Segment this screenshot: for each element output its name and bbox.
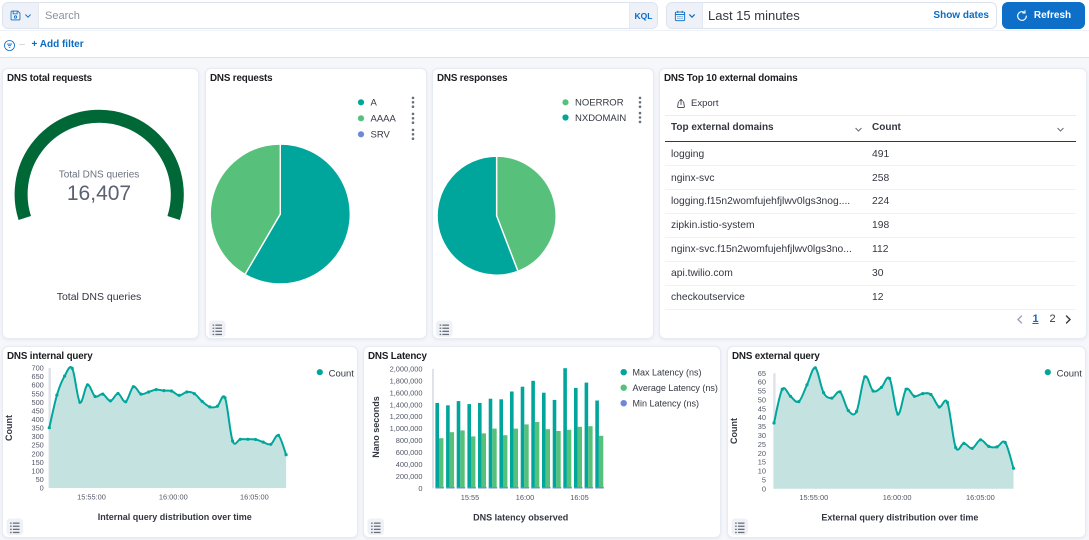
svg-text:15:55:00: 15:55:00 [799,493,828,502]
svg-text:250: 250 [31,441,43,450]
svg-text:25: 25 [758,440,766,449]
svg-text:Internal query distribution ov: Internal query distribution over time [98,512,252,522]
svg-text:16:05: 16:05 [570,493,589,502]
svg-text:Count: Count [329,368,355,379]
svg-text:1,000,000: 1,000,000 [390,424,423,433]
svg-text:600: 600 [31,381,43,390]
svg-text:0: 0 [418,484,422,493]
svg-text:0: 0 [762,484,766,493]
svg-text:Count: Count [4,415,14,441]
svg-text:400: 400 [31,415,43,424]
svg-text:5: 5 [762,475,766,484]
svg-text:Count: Count [729,418,739,444]
svg-text:400,000: 400,000 [396,460,423,469]
svg-text:45: 45 [758,404,766,413]
svg-text:650: 650 [31,372,43,381]
svg-text:16:05:00: 16:05:00 [240,493,269,502]
svg-text:External query distribution ov: External query distribution over time [821,513,978,523]
svg-text:15: 15 [758,458,766,467]
svg-text:DNS latency observed: DNS latency observed [473,512,568,522]
svg-text:Total DNS queries: Total DNS queries [59,170,140,181]
svg-text:Min Latency (ns): Min Latency (ns) [633,399,700,409]
svg-text:16,407: 16,407 [67,182,131,205]
svg-text:0: 0 [40,484,44,493]
svg-text:30: 30 [758,431,766,440]
svg-text:10: 10 [758,467,766,476]
svg-text:550: 550 [31,389,43,398]
svg-text:16:05:00: 16:05:00 [966,493,995,502]
svg-text:60: 60 [758,378,766,387]
svg-text:Total DNS queries: Total DNS queries [57,291,142,303]
svg-text:AAAA: AAAA [371,114,397,125]
svg-text:15:55:00: 15:55:00 [77,493,106,502]
svg-text:450: 450 [31,406,43,415]
svg-text:1,800,000: 1,800,000 [390,376,423,385]
svg-text:Count: Count [1057,368,1083,379]
svg-text:150: 150 [31,458,43,467]
svg-text:NOERROR: NOERROR [575,98,624,109]
svg-text:50: 50 [36,475,44,484]
svg-text:65: 65 [758,369,766,378]
svg-text:16:00: 16:00 [516,493,535,502]
svg-text:350: 350 [31,424,43,433]
svg-text:40: 40 [758,413,766,422]
svg-text:2,000,000: 2,000,000 [390,364,423,373]
svg-text:Max Latency (ns): Max Latency (ns) [633,368,702,378]
svg-text:700: 700 [31,364,43,373]
svg-text:55: 55 [758,387,766,396]
svg-text:1,200,000: 1,200,000 [390,412,423,421]
svg-text:35: 35 [758,422,766,431]
svg-text:1,400,000: 1,400,000 [390,400,423,409]
svg-text:200: 200 [31,449,43,458]
svg-text:Nano seconds: Nano seconds [371,396,381,458]
svg-text:500: 500 [31,398,43,407]
svg-text:SRV: SRV [371,130,391,141]
svg-text:800,000: 800,000 [396,436,423,445]
svg-text:100: 100 [31,466,43,475]
svg-text:A: A [371,98,378,109]
svg-text:50: 50 [758,395,766,404]
svg-text:Average Latency (ns): Average Latency (ns) [633,383,718,393]
svg-text:20: 20 [758,449,766,458]
svg-text:16:00:00: 16:00:00 [883,493,912,502]
svg-text:15:55: 15:55 [461,493,480,502]
svg-text:600,000: 600,000 [396,448,423,457]
svg-text:NXDOMAIN: NXDOMAIN [575,113,626,124]
svg-text:300: 300 [31,432,43,441]
svg-text:16:00:00: 16:00:00 [159,493,188,502]
svg-text:200,000: 200,000 [396,472,423,481]
svg-text:1,600,000: 1,600,000 [390,388,423,397]
